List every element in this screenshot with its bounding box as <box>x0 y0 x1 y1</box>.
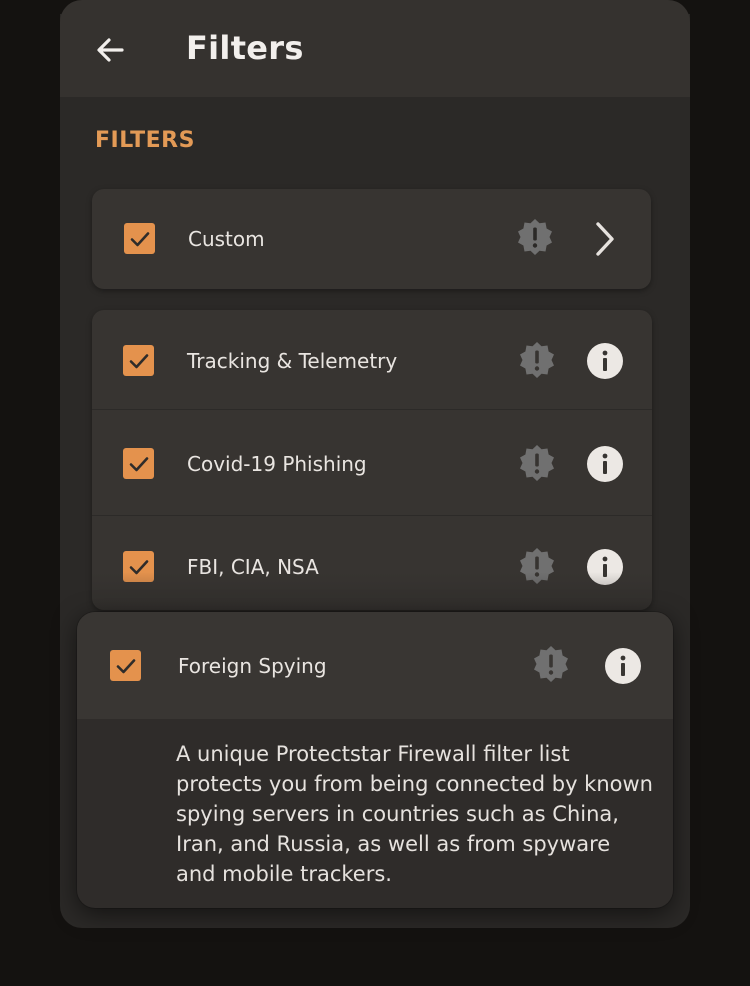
checkmark-icon <box>130 231 149 246</box>
filter-row[interactable]: Tracking & Telemetry <box>92 310 652 413</box>
expanded-label: Foreign Spying <box>178 654 327 678</box>
filter-label: Covid-19 Phishing <box>187 452 367 476</box>
info-icon[interactable] <box>586 342 624 380</box>
app-bar <box>60 0 690 97</box>
info-icon[interactable] <box>586 445 624 483</box>
expanded-filter-row[interactable]: Foreign Spying <box>77 612 673 719</box>
checkmark-icon <box>116 658 135 673</box>
chevron-right-icon[interactable] <box>589 219 619 259</box>
expanded-checkbox[interactable] <box>110 650 141 681</box>
page-title: Filters <box>186 29 304 67</box>
arrow-left-icon <box>97 38 124 62</box>
filter-label: Tracking & Telemetry <box>187 349 398 373</box>
section-heading: FILTERS <box>95 128 195 153</box>
filter-checkbox[interactable] <box>123 448 154 479</box>
alert-badge-icon <box>518 219 552 255</box>
custom-label: Custom <box>188 227 265 251</box>
filter-row[interactable]: Covid-19 Phishing <box>92 410 652 513</box>
alert-badge-icon <box>520 445 554 481</box>
filter-description: A unique Protectstar Firewall filter lis… <box>176 742 653 886</box>
custom-filter-card[interactable]: Custom <box>92 189 651 289</box>
back-button[interactable] <box>88 28 132 72</box>
filter-list-card: Tracking & Telemetry Covid-19 Phishing F… <box>92 310 652 610</box>
info-icon[interactable] <box>604 647 642 685</box>
alert-badge-icon <box>520 342 554 378</box>
list-fade <box>92 572 652 610</box>
checkmark-icon <box>129 456 148 471</box>
checkmark-icon <box>129 353 148 368</box>
alert-badge-icon <box>534 646 568 682</box>
expanded-filter-card: Foreign Spying A unique Protectstar Fire… <box>77 612 673 908</box>
filter-checkbox[interactable] <box>123 345 154 376</box>
custom-checkbox[interactable] <box>124 223 155 254</box>
